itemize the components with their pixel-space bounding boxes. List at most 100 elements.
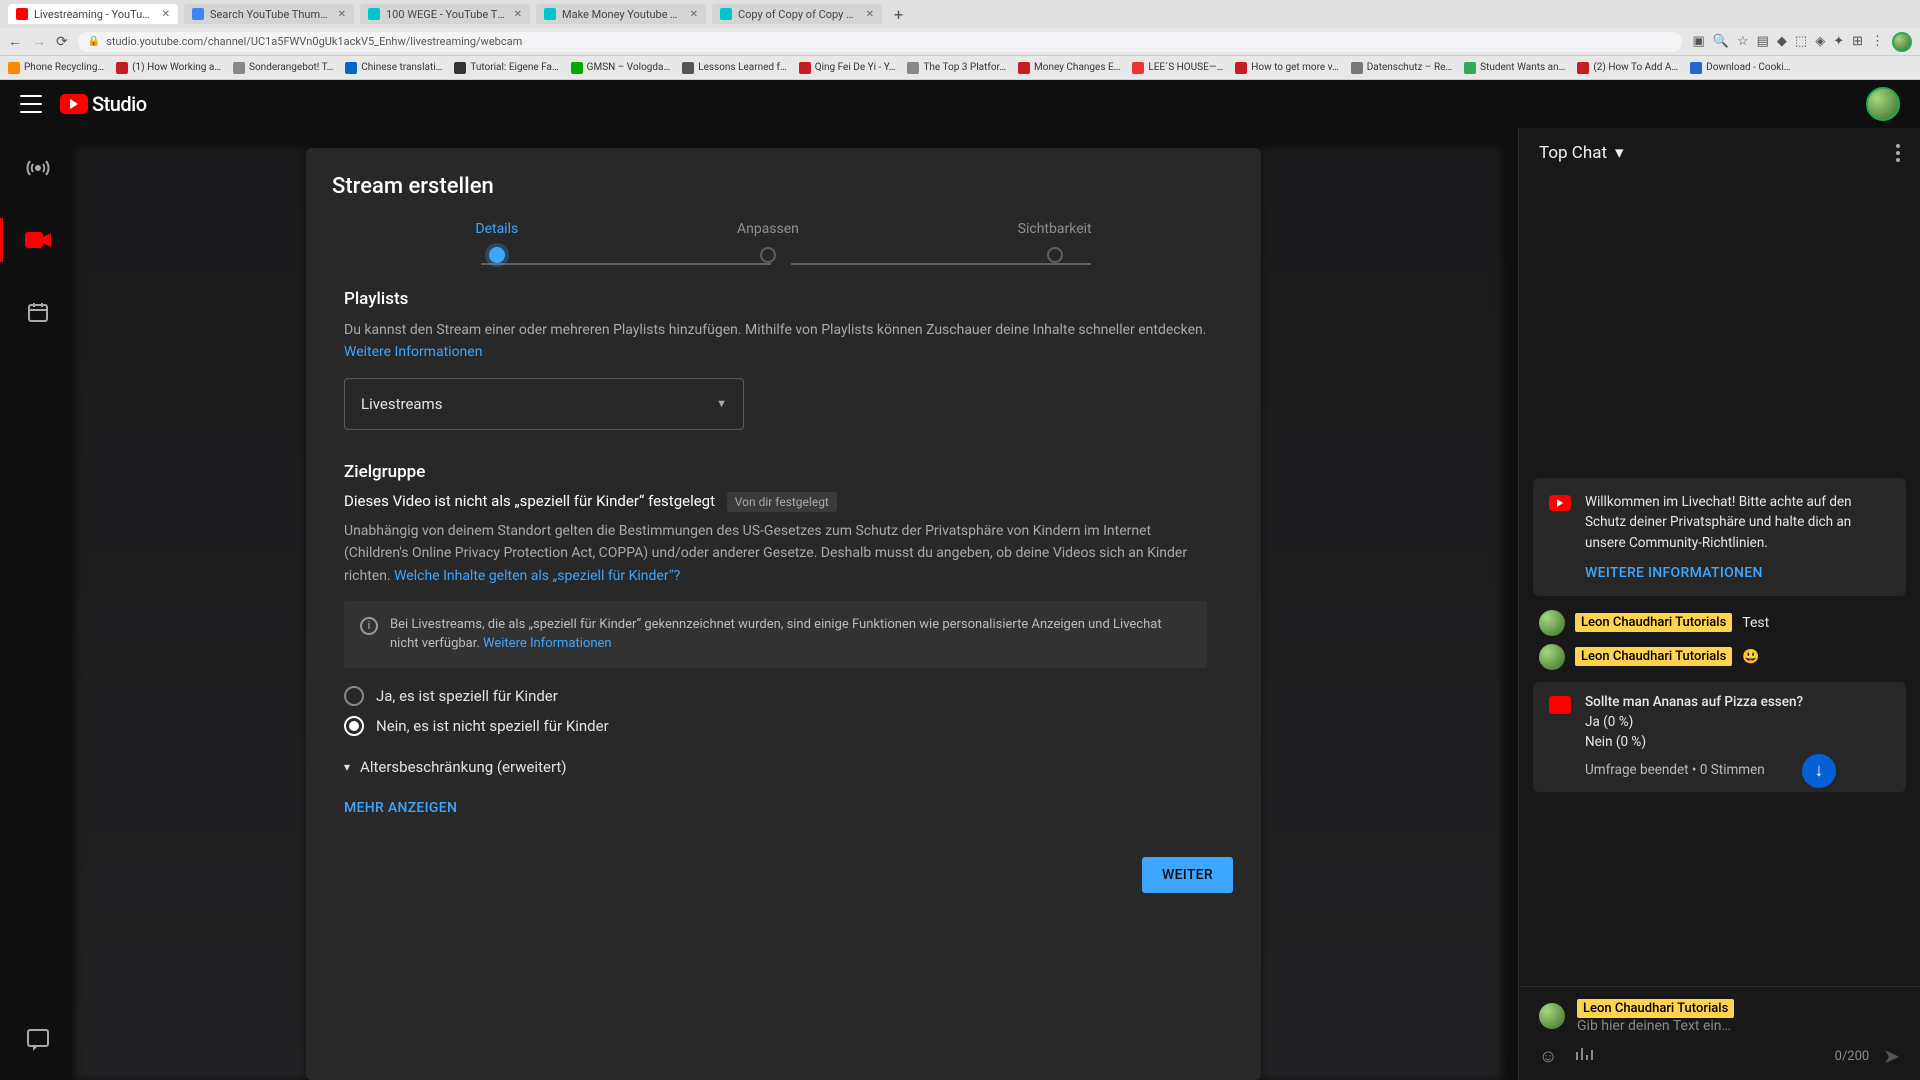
bookmark-label: Chinese translati… [361,62,442,73]
extension-icon[interactable]: ⬚ [1795,34,1807,49]
rail-schedule-icon[interactable] [16,290,60,334]
browser-tab-active[interactable]: Livestreaming - YouTube S ✕ [8,4,178,24]
star-icon[interactable]: ☆ [1737,34,1749,49]
url-input[interactable]: 🔒 studio.youtube.com/channel/UC1a5FWVn0g… [78,32,1683,52]
extension-icon[interactable]: ⊞ [1852,34,1863,49]
bookmark-item[interactable]: The Top 3 Platfor… [907,62,1006,74]
bookmarks-bar: Phone Recycling… (1) How Working a… Sond… [0,56,1920,80]
zoom-icon[interactable]: 🔍 [1713,34,1729,49]
chevron-down-icon: ▾ [1615,143,1624,163]
chevron-down-icon: ▾ [344,760,350,774]
audience-desc-link[interactable]: Welche Inhalte gelten als „speziell für … [394,568,680,584]
bookmark-favicon [1351,62,1363,74]
browser-tab[interactable]: Make Money Youtube Thumbn ✕ [536,4,706,24]
send-button[interactable]: ➤ [1883,1044,1900,1068]
radio-kids-no[interactable]: Nein, es ist nicht speziell für Kinder [344,716,1207,736]
dialog-body[interactable]: Playlists Du kannst den Stream einer ode… [306,271,1261,841]
rail-webcam-icon[interactable] [16,218,60,262]
bookmark-favicon [454,62,466,74]
step-visibility[interactable]: Sichtbarkeit [1018,221,1092,263]
step-customize[interactable]: Anpassen [737,221,799,263]
poll-question: Sollte man Ananas auf Pizza essen? [1585,694,1890,710]
bookmark-item[interactable]: Download - Cooki… [1690,62,1790,74]
chat-input[interactable]: Gib hier deinen Text ein… [1577,1018,1900,1034]
bookmark-item[interactable]: Sonderangebot! T… [233,62,333,74]
tab-title: 100 WEGE - YouTube Thumbn [386,8,508,21]
audience-info-link[interactable]: Weitere Informationen [483,636,612,651]
bookmark-item[interactable]: Money Changes E… [1018,62,1120,74]
browser-tab[interactable]: Copy of Copy of Copy of Copy ✕ [712,4,882,24]
playlists-heading: Playlists [344,289,1207,309]
browser-tab[interactable]: Search YouTube Thumbnail - C ✕ [184,4,354,24]
forward-button[interactable]: → [32,33,46,50]
tab-title: Make Money Youtube Thumbn [562,8,684,21]
step-details[interactable]: Details [475,221,518,263]
bookmark-item[interactable]: (1) How Working a… [116,62,221,74]
address-bar: ← → ⟳ 🔒 studio.youtube.com/channel/UC1a5… [0,28,1920,56]
radio-label: Ja, es ist speziell für Kinder [376,687,558,705]
rail-broadcast-icon[interactable] [16,146,60,190]
close-icon[interactable]: ✕ [866,9,874,20]
preview-backdrop [76,148,306,1080]
bookmark-favicon [682,62,694,74]
extension-icon[interactable]: ▤ [1757,34,1769,49]
bookmark-item[interactable]: Tutorial: Eigene Fa… [454,62,558,74]
extension-icon[interactable]: ✦ [1833,34,1844,49]
bookmark-item[interactable]: LEE´S HOUSE—… [1132,62,1223,74]
rail-feedback-icon[interactable] [16,1016,60,1060]
studio-logo[interactable]: Studio [60,92,147,116]
audience-status-row: Dieses Video ist nicht als „speziell für… [344,492,1207,510]
bookmark-item[interactable]: GMSN – Vologda… [571,62,671,74]
poll-status: Umfrage beendet • 0 Stimmen [1585,762,1890,778]
reload-button[interactable]: ⟳ [56,34,68,50]
bookmark-label: Lessons Learned f… [698,62,787,73]
extension-icon[interactable]: ◈ [1815,34,1825,49]
chat-more-button[interactable] [1896,144,1900,162]
bookmark-item[interactable]: Chinese translati… [345,62,442,74]
bookmark-item[interactable]: Qing Fei De Yi - Y… [799,62,896,74]
playlists-more-link[interactable]: Weitere Informationen [344,344,482,360]
bookmark-favicon [345,62,357,74]
welcome-link[interactable]: WEITERE INFORMATIONEN [1585,563,1890,584]
bookmark-item[interactable]: Student Wants an… [1464,62,1565,74]
back-button[interactable]: ← [8,33,22,50]
radio-kids-yes[interactable]: Ja, es ist speziell für Kinder [344,686,1207,706]
bookmark-item[interactable]: Lessons Learned f… [682,62,787,74]
playlist-select[interactable]: Livestreams ▼ [344,378,744,430]
more-icon[interactable]: ⋮ [1871,34,1884,49]
bookmark-item[interactable]: (2) How To Add A… [1577,62,1678,74]
poll-button[interactable] [1575,1046,1593,1067]
scroll-down-button[interactable]: ↓ [1802,754,1836,788]
bookmark-favicon [1132,62,1144,74]
browser-tab[interactable]: 100 WEGE - YouTube Thumbn ✕ [360,4,530,24]
close-icon[interactable]: ✕ [690,9,698,20]
close-icon[interactable]: ✕ [338,9,346,20]
cast-icon[interactable]: ▣ [1692,34,1704,49]
chat-mode-selector[interactable]: Top Chat ▾ [1539,143,1624,163]
next-button[interactable]: WEITER [1142,857,1233,893]
bookmark-label: Student Wants an… [1480,62,1565,73]
tab-title: Livestreaming - YouTube S [34,8,156,21]
new-tab-button[interactable]: + [894,5,903,24]
bookmark-item[interactable]: How to get more v… [1235,62,1338,74]
radio-icon [344,716,364,736]
step-label: Details [475,221,518,237]
close-icon[interactable]: ✕ [162,9,170,20]
show-more-link[interactable]: MEHR ANZEIGEN [344,800,457,816]
chevron-down-icon: ▼ [716,397,727,410]
profile-avatar[interactable] [1892,32,1912,52]
emoji-button[interactable]: ☺ [1539,1046,1557,1067]
audience-heading: Zielgruppe [344,462,1207,482]
age-restriction-expander[interactable]: ▾ Altersbeschränkung (erweitert) [344,758,1207,776]
google-favicon [192,8,204,20]
chat-body[interactable]: Willkommen im Livechat! Bitte achte auf … [1519,178,1920,986]
avatar [1539,1003,1565,1029]
bookmark-item[interactable]: Phone Recycling… [8,62,104,74]
lock-icon: 🔒 [88,36,100,47]
extension-icon[interactable]: ◆ [1777,34,1787,49]
canva-favicon [368,8,380,20]
bookmark-item[interactable]: Datenschutz – Re… [1351,62,1452,74]
menu-button[interactable] [20,95,42,113]
close-icon[interactable]: ✕ [514,9,522,20]
account-avatar[interactable] [1866,87,1900,121]
